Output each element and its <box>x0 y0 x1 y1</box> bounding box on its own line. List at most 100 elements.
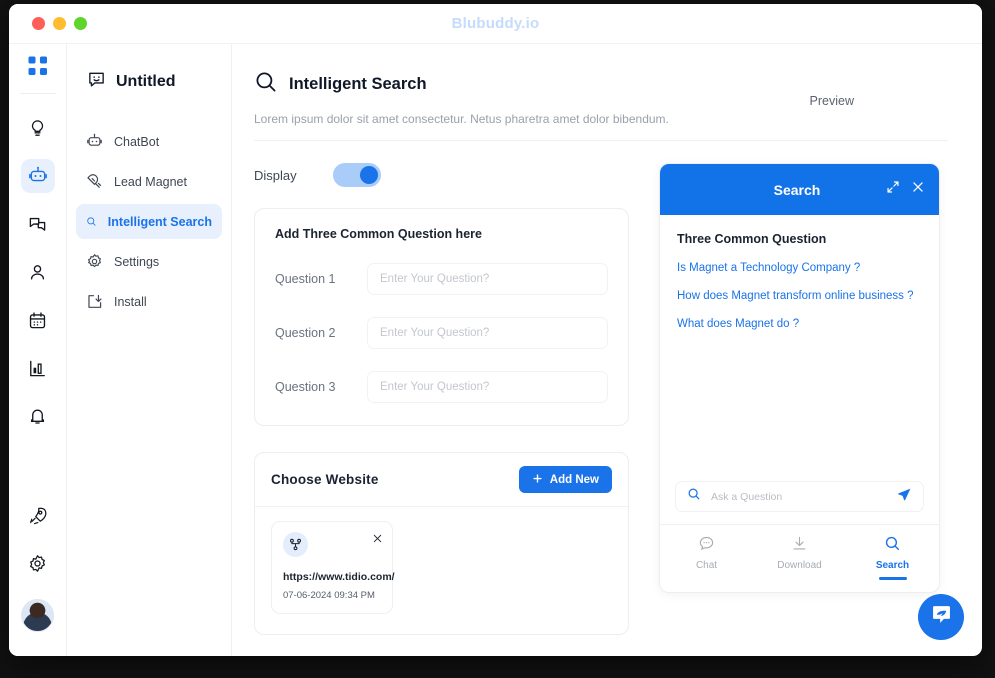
sidebar-item-analytics[interactable] <box>21 351 55 385</box>
choose-website-card: Choose Website Add New https://www.tidio… <box>254 452 629 635</box>
app-title: Blubuddy.io <box>451 15 540 32</box>
search-icon <box>687 487 701 506</box>
widget-tabs: Chat Download Search <box>660 524 939 592</box>
sidebar-item-label: Intelligent Search <box>107 214 212 229</box>
display-label: Display <box>254 167 297 183</box>
website-date: 07-06-2024 09:34 PM <box>283 590 375 601</box>
sidebar-item-contacts[interactable] <box>21 255 55 289</box>
widget-body: Three Common Question Is Magnet a Techno… <box>660 215 939 481</box>
sidebar-item-intelligent-search[interactable]: Intelligent Search <box>76 204 222 239</box>
widget-question-link[interactable]: Is Magnet a Technology Company ? <box>677 262 922 274</box>
search-widget-preview: Search Three Common Question Is Magnet a… <box>659 163 940 593</box>
preview-column: Search Three Common Question Is Magnet a… <box>659 163 948 635</box>
main-header: Intelligent Search Lorem ipsum dolor sit… <box>254 70 948 126</box>
project-header[interactable]: Untitled <box>67 70 231 94</box>
chat-bubble-icon <box>698 535 715 555</box>
sidebar-item-settings[interactable]: Settings <box>76 244 222 279</box>
main-header-left: Intelligent Search Lorem ipsum dolor sit… <box>254 70 810 126</box>
tab-search[interactable]: Search <box>846 535 939 580</box>
search-icon <box>254 70 278 99</box>
website-entry[interactable]: https://www.tidio.com/ 07-06-2024 09:34 … <box>271 521 395 614</box>
project-sidebar: Untitled ChatBot Lead Magnet Intelligent… <box>67 44 232 656</box>
sidebar-item-label: Lead Magnet <box>114 174 187 189</box>
main-content: Intelligent Search Lorem ipsum dolor sit… <box>232 44 982 656</box>
sitemap-icon <box>283 532 308 557</box>
question-1-input[interactable]: Enter Your Question? <box>367 263 608 295</box>
settings-gear-icon[interactable] <box>21 546 55 580</box>
user-avatar[interactable] <box>21 599 54 632</box>
widget-question-link[interactable]: How does Magnet transform online busines… <box>677 290 922 302</box>
rail-divider <box>19 93 56 94</box>
project-nav: ChatBot Lead Magnet Intelligent Search S… <box>67 124 231 319</box>
choose-website-title: Choose Website <box>271 472 379 487</box>
widget-search-placeholder: Ask a Question <box>711 490 783 503</box>
question-row: Question 2 Enter Your Question? <box>275 317 608 349</box>
display-toggle-row: Display <box>254 163 629 187</box>
sidebar-item-chatbot[interactable] <box>20 159 55 193</box>
sidebar-item-label: ChatBot <box>114 134 160 149</box>
question-1-placeholder: Enter Your Question? <box>380 273 490 285</box>
close-icon[interactable] <box>911 180 925 199</box>
tab-label: Search <box>875 560 910 571</box>
preview-label: Preview <box>809 94 854 108</box>
expand-icon[interactable] <box>886 180 900 199</box>
widget-questions-title: Three Common Question <box>677 232 827 246</box>
common-questions-card: Add Three Common Question here Question … <box>254 208 629 426</box>
sidebar-item-chatbot-nav[interactable]: ChatBot <box>76 124 222 159</box>
widget-header: Search <box>660 164 939 215</box>
sidebar-item-label: Install <box>114 294 147 309</box>
sidebar-item-ideas[interactable] <box>21 111 55 145</box>
page-title-row: Intelligent Search <box>254 70 810 99</box>
question-label: Question 1 <box>275 272 336 286</box>
icon-rail <box>9 44 67 656</box>
chat-launcher-button[interactable] <box>918 594 964 640</box>
add-new-label: Add New <box>549 473 599 486</box>
tab-label: Chat <box>695 560 718 571</box>
sidebar-item-conversations[interactable] <box>21 207 55 241</box>
widget-search-wrap: Ask a Question <box>660 481 939 524</box>
question-3-placeholder: Enter Your Question? <box>380 381 490 393</box>
add-new-button[interactable]: Add New <box>518 466 612 493</box>
rail-bottom-group <box>9 491 66 632</box>
smiley-chat-icon <box>87 70 106 94</box>
display-toggle[interactable] <box>332 163 381 187</box>
plus-icon <box>532 473 543 487</box>
choose-website-body: https://www.tidio.com/ 07-06-2024 09:34 … <box>255 507 628 634</box>
widget-header-actions <box>886 180 925 199</box>
question-2-input[interactable]: Enter Your Question? <box>367 317 608 349</box>
desktop-background: Blubuddy.io Untitled ChatBot Lead Magnet… <box>0 0 995 678</box>
settings-column: Display Add Three Common Question here Q… <box>254 163 629 635</box>
toggle-knob <box>359 166 378 184</box>
window-body: Untitled ChatBot Lead Magnet Intelligent… <box>9 44 982 656</box>
upgrade-rocket-icon[interactable] <box>21 498 55 532</box>
send-icon[interactable] <box>897 487 912 507</box>
widget-question-link[interactable]: What does Magnet do ? <box>677 318 922 330</box>
question-row: Question 3 Enter Your Question? <box>275 371 608 403</box>
header-divider <box>254 140 948 141</box>
page-subtitle: Lorem ipsum dolor sit amet consectetur. … <box>254 112 669 126</box>
question-row: Question 1 Enter Your Question? <box>275 263 608 295</box>
app-window: Blubuddy.io Untitled ChatBot Lead Magnet… <box>9 4 982 656</box>
sidebar-item-lead-magnet[interactable]: Lead Magnet <box>76 164 222 199</box>
widget-search-input[interactable]: Ask a Question <box>675 481 924 512</box>
tab-chat[interactable]: Chat <box>660 535 753 580</box>
sidebar-item-install[interactable]: Install <box>76 284 222 319</box>
choose-website-header: Choose Website Add New <box>255 453 628 507</box>
close-icon[interactable] <box>372 531 383 549</box>
search-icon <box>884 535 901 555</box>
question-label: Question 3 <box>275 380 336 394</box>
question-3-input[interactable]: Enter Your Question? <box>367 371 608 403</box>
content-columns: Display Add Three Common Question here Q… <box>254 163 948 635</box>
common-questions-title: Add Three Common Question here <box>275 227 482 241</box>
widget-title: Search <box>773 181 821 198</box>
project-title: Untitled <box>116 73 176 90</box>
question-2-placeholder: Enter Your Question? <box>380 327 490 339</box>
sidebar-item-calendar[interactable] <box>21 303 55 337</box>
grid-logo-icon[interactable] <box>28 56 48 81</box>
page-title: Intelligent Search <box>289 75 427 93</box>
tab-download[interactable]: Download <box>753 535 846 580</box>
sidebar-item-notifications[interactable] <box>21 399 55 433</box>
download-icon <box>791 535 808 555</box>
window-titlebar: Blubuddy.io <box>9 4 982 44</box>
tab-label: Download <box>777 560 822 571</box>
